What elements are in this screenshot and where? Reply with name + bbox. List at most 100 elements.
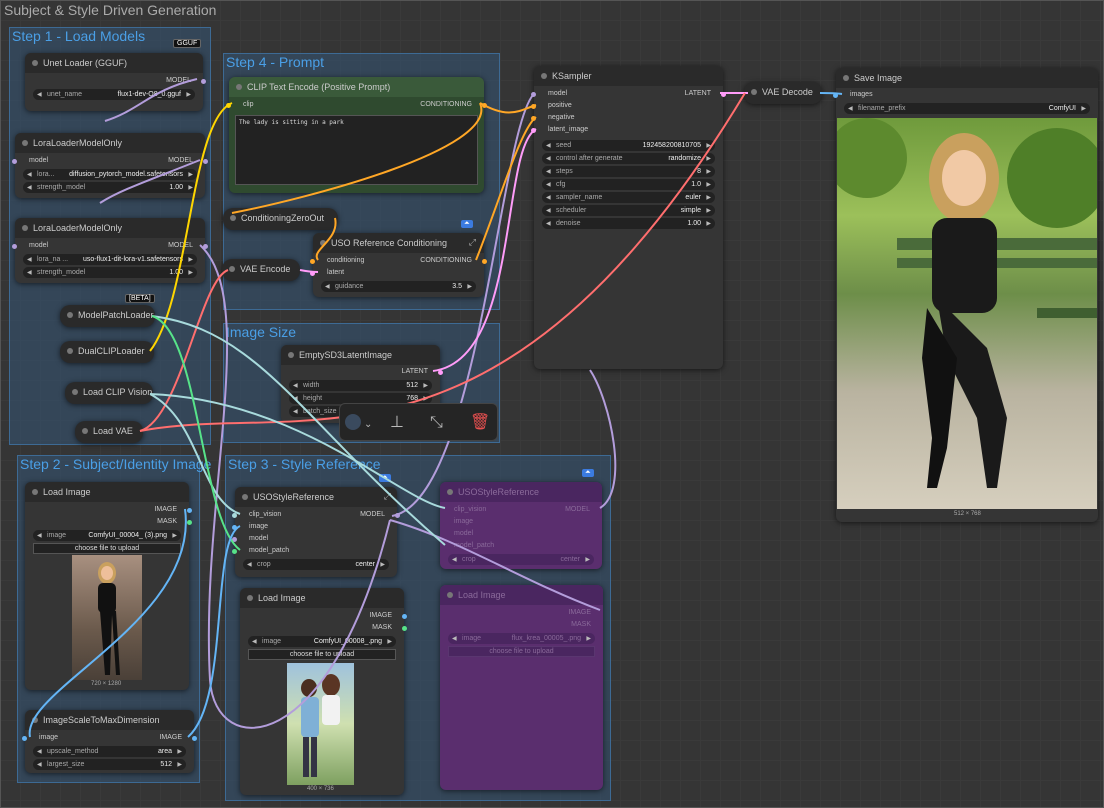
input-slot[interactable] [531,104,536,109]
color-picker-icon[interactable] [345,414,361,430]
image-select-widget[interactable]: image flux_krea_00005_.png [448,633,595,644]
expand-icon[interactable]: ⤢ [469,237,476,248]
uso-style-reference-node[interactable]: USOStyleReference ⏶ ⤢ clip_vision MODEL i… [232,474,400,577]
node-title: ModelPatchLoader [60,305,155,325]
pin-icon[interactable]: ⊥ [390,413,404,433]
largest-size-widget[interactable]: largest_size 512 [33,759,186,770]
node-title: VAE Decode [744,82,822,102]
chevron-down-icon[interactable]: ⌄ [364,415,372,435]
output-slot[interactable] [482,103,487,108]
node-canvas[interactable]: Subject & Style Driven Generation Step 1… [0,0,1104,808]
output-slot[interactable] [187,508,192,513]
dual-clip-loader-node[interactable]: DualCLIPLoader [60,341,154,363]
denoise-widget[interactable]: denoise 1.00 [542,218,715,229]
uso-reference-conditioning-node[interactable]: USO Reference Conditioning ⏶ ⤢ condition… [310,220,487,297]
widget-value: ComfyUI_00008_.png [313,638,382,645]
output-slot[interactable] [203,244,208,249]
unet-loader-node[interactable]: Unet Loader (GGUF) GGUF MODEL unet_name f… [25,39,206,111]
node-title: KSampler [534,66,723,86]
lora-name-widget[interactable]: lora_na ... uso-flux1-dit-lora-v1.safeten… [23,254,197,265]
crop-widget[interactable]: crop center [448,554,594,565]
selection-toolbar[interactable]: ⌄ ⊥ ⤡ 🗑 [339,403,498,441]
widget-label: scheduler [556,207,587,214]
output-label: MASK [372,624,392,631]
upload-button[interactable]: choose file to upload [448,646,595,657]
prompt-textarea[interactable]: The lady is sitting in a park [235,115,478,185]
load-vae-node[interactable]: Load VAE [75,421,143,443]
widget-value: flux1-dev-Q8_0.gguf [117,91,181,98]
uso-style-reference-node-bypassed[interactable]: USOStyleReference ⏶ clip_vision MODEL ima… [440,469,602,569]
input-slot[interactable] [833,93,838,98]
lora-loader-node-2[interactable]: LoraLoaderModelOnly model MODEL lora_na .… [12,218,208,283]
conditioning-zero-out-node[interactable]: ConditioningZeroOut [223,208,338,230]
input-slot[interactable] [310,259,315,264]
node-title: ImageScaleToMaxDimension [25,710,194,730]
width-widget[interactable]: width 512 [289,380,432,391]
vae-decode-node[interactable]: VAE Decode [744,82,822,104]
filename-prefix-widget[interactable]: filename_prefix ComfyUI [844,103,1090,114]
output-slot[interactable] [402,626,407,631]
strength-widget[interactable]: strength_model 1.00 [23,267,197,278]
steps-widget[interactable]: steps 8 [542,166,715,177]
subject-woman-image [98,562,120,675]
lora-loader-node-1[interactable]: LoraLoaderModelOnly model MODEL lora... di… [12,133,208,198]
model-patch-loader-node[interactable]: ModelPatchLoader [60,305,155,327]
vae-encode-node[interactable]: VAE Encode [222,259,300,281]
output-slot[interactable] [402,614,407,619]
input-slot[interactable] [232,513,237,518]
load-image-node-1[interactable]: Load Image IMAGE MASK image ComfyUI_00004… [25,482,192,690]
control-after-generate-widget[interactable]: control after generate randomize [542,153,715,164]
widget-label: seed [556,142,572,149]
output-slot[interactable] [721,92,726,97]
image-select-widget[interactable]: image ComfyUI_00004_ (3).png [33,530,181,541]
upload-button[interactable]: choose file to upload [248,649,396,660]
delete-icon[interactable]: 🗑 [470,413,490,433]
scheduler-widget[interactable]: scheduler simple [542,205,715,216]
upload-button[interactable]: choose file to upload [33,543,181,554]
collapse-icon[interactable]: ⤡ [430,413,443,433]
load-clip-vision-node[interactable]: Load CLIP Vision [65,382,153,404]
input-slot[interactable] [232,537,237,542]
input-slot[interactable] [531,92,536,97]
load-image-node-3-bypassed[interactable]: Load Image IMAGE MASK image flux_krea_000… [440,585,603,790]
ksampler-node[interactable]: KSampler model LATENT positive negative l… [531,66,726,369]
group-image-size-title: Image Size [226,324,297,340]
image-select-widget[interactable]: image ComfyUI_00008_.png [248,636,396,647]
node-title: Load Image [25,482,189,502]
input-slot[interactable] [232,549,237,554]
unet-name-widget[interactable]: unet_name flux1-dev-Q8_0.gguf [33,89,195,100]
output-slot[interactable] [201,79,206,84]
input-slot[interactable] [531,128,536,133]
load-image-node-2[interactable]: Load Image IMAGE MASK image ComfyUI_00008… [240,588,407,795]
output-label: MASK [571,621,591,628]
seed-widget[interactable]: seed 192458200810705 [542,140,715,151]
widget-value: ComfyUI_00004_ (3).png [88,532,167,539]
input-slot[interactable] [310,271,315,276]
input-slot[interactable] [12,159,17,164]
input-slot[interactable] [531,116,536,121]
woman-on-bench-image [837,118,1097,488]
strength-widget[interactable]: strength_model 1.00 [23,182,197,193]
output-slot[interactable] [482,259,487,264]
cfg-widget[interactable]: cfg 1.0 [542,179,715,190]
input-slot[interactable] [232,525,237,530]
output-slot[interactable] [203,159,208,164]
expand-icon[interactable]: ⤢ [384,491,391,502]
crop-widget[interactable]: crop center [243,559,389,570]
save-image-node[interactable]: Save Image images filename_prefix ComfyUI… [833,68,1098,522]
input-slot[interactable] [226,103,231,108]
sampler-name-widget[interactable]: sampler_name euler [542,192,715,203]
input-label: model [249,535,269,542]
guidance-widget[interactable]: guidance 3.5 [321,281,476,292]
clip-text-encode-node[interactable]: CLIP Text Encode (Positive Prompt) clip C… [226,77,487,193]
output-slot[interactable] [187,520,192,525]
image-scale-node[interactable]: ImageScaleToMaxDimension image IMAGE upsc… [22,710,197,773]
output-slot[interactable] [395,513,400,518]
input-slot[interactable] [22,736,27,741]
output-slot[interactable] [192,736,197,741]
widget-value: 512 [406,382,418,389]
lora-name-widget[interactable]: lora... diffusion_pytorch_model.safetenso… [23,169,197,180]
upscale-method-widget[interactable]: upscale_method area [33,746,186,757]
input-slot[interactable] [12,244,17,249]
output-slot[interactable] [438,370,443,375]
